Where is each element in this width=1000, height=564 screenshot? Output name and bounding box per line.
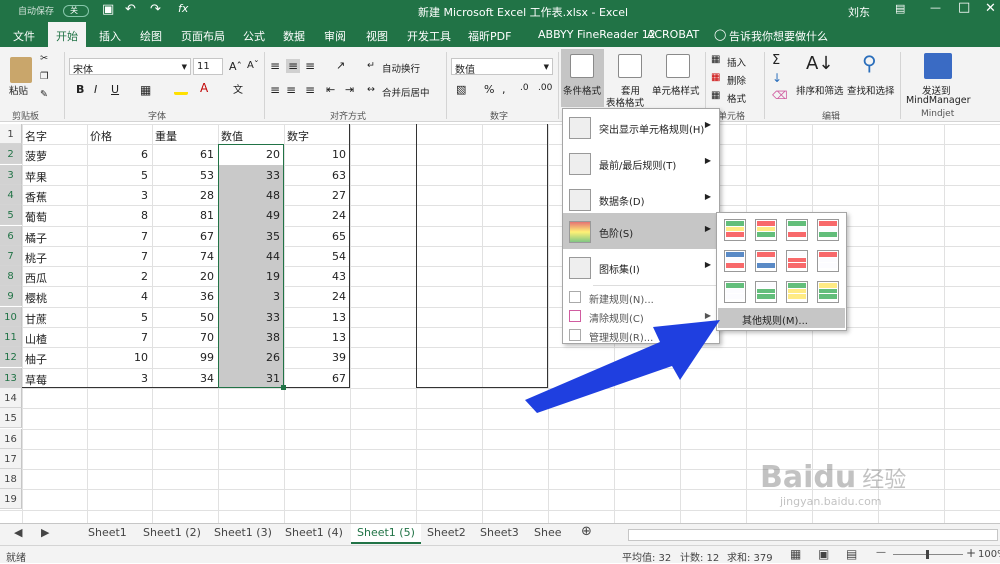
status-mode: 就绪 bbox=[6, 553, 26, 564]
status-sum: 求和: 379 bbox=[727, 553, 773, 564]
sheet-tab[interactable]: Sheet3 bbox=[480, 526, 519, 539]
sheet-tab[interactable]: Sheet1 bbox=[88, 526, 127, 539]
status-average: 平均值: 32 bbox=[622, 553, 672, 564]
watermark-brand-2: du bbox=[813, 460, 857, 495]
scroll-left-icon[interactable]: ◀ bbox=[14, 526, 22, 539]
sheet-tab[interactable]: Shee bbox=[534, 526, 562, 539]
status-count: 计数: 12 bbox=[680, 553, 720, 564]
sheet-tab[interactable]: Sheet1 (4) bbox=[285, 526, 343, 539]
scroll-right-icon[interactable]: ▶ bbox=[41, 526, 49, 539]
zoom-level[interactable]: 100% bbox=[978, 549, 1000, 560]
normal-view-icon[interactable]: ▦ bbox=[790, 547, 801, 561]
zoom-in-icon[interactable]: + bbox=[966, 546, 976, 560]
watermark-brand: Bai bbox=[760, 460, 814, 495]
baidu-watermark: Baidu 经验 jingyan.baidu.com bbox=[760, 460, 906, 508]
watermark-cn: 经验 bbox=[862, 468, 907, 493]
zoom-slider-thumb[interactable] bbox=[926, 550, 929, 559]
sheet-tab[interactable]: Sheet1 (2) bbox=[143, 526, 201, 539]
sheet-tab[interactable]: Sheet1 (3) bbox=[214, 526, 272, 539]
status-bar: 就绪 平均值: 32 计数: 12 求和: 379 ▦ ▣ ▤ — + 100% bbox=[0, 545, 1000, 564]
sheet-tabs-bar: ◀ ▶ Sheet1 Sheet1 (2) Sheet1 (3) Sheet1 (4)… bbox=[0, 523, 1000, 545]
add-sheet-icon[interactable]: ⊕ bbox=[581, 524, 592, 539]
page-break-view-icon[interactable]: ▤ bbox=[846, 547, 857, 561]
horizontal-scrollbar[interactable] bbox=[628, 529, 998, 541]
sheet-tab[interactable]: Sheet2 bbox=[427, 526, 466, 539]
watermark-url: jingyan.baidu.com bbox=[780, 495, 882, 508]
arrow-shape bbox=[525, 320, 720, 413]
zoom-out-icon[interactable]: — bbox=[876, 547, 886, 558]
sheet-tab[interactable]: Sheet1 (5) bbox=[351, 524, 421, 544]
page-layout-view-icon[interactable]: ▣ bbox=[818, 547, 829, 561]
